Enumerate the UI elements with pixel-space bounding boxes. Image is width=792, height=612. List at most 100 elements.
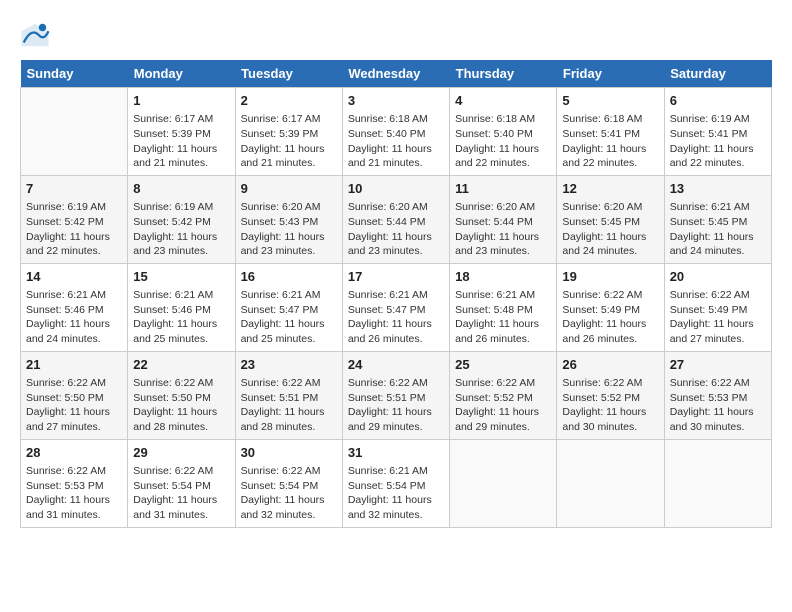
column-header-thursday: Thursday xyxy=(450,60,557,88)
calendar-cell: 22 Sunrise: 6:22 AM Sunset: 5:50 PM Dayli… xyxy=(128,351,235,439)
day-number: 29 xyxy=(133,444,229,462)
day-info: Sunrise: 6:22 AM Sunset: 5:54 PM Dayligh… xyxy=(133,464,229,523)
calendar-cell: 21 Sunrise: 6:22 AM Sunset: 5:50 PM Dayli… xyxy=(21,351,128,439)
calendar-cell: 11 Sunrise: 6:20 AM Sunset: 5:44 PM Dayli… xyxy=(450,175,557,263)
calendar-cell: 17Sunrise: 6:21 AM Sunset: 5:47 PM Dayli… xyxy=(342,263,449,351)
calendar-cell: 9 Sunrise: 6:20 AM Sunset: 5:43 PM Daylig… xyxy=(235,175,342,263)
calendar-cell: 23 Sunrise: 6:22 AM Sunset: 5:51 PM Dayli… xyxy=(235,351,342,439)
day-number: 24 xyxy=(348,356,444,374)
day-info: Sunrise: 6:18 AM Sunset: 5:40 PM Dayligh… xyxy=(455,112,551,171)
day-info: Sunrise: 6:21 AM Sunset: 5:46 PM Dayligh… xyxy=(26,288,122,347)
column-header-tuesday: Tuesday xyxy=(235,60,342,88)
day-info: Sunrise: 6:21 AM Sunset: 5:45 PM Dayligh… xyxy=(670,200,766,259)
day-info: Sunrise: 6:17 AM Sunset: 5:39 PM Dayligh… xyxy=(241,112,337,171)
day-info: Sunrise: 6:21 AM Sunset: 5:47 PM Dayligh… xyxy=(241,288,337,347)
day-number: 11 xyxy=(455,180,551,198)
day-number: 13 xyxy=(670,180,766,198)
day-number: 7 xyxy=(26,180,122,198)
day-number: 16 xyxy=(241,268,337,286)
day-info: Sunrise: 6:22 AM Sunset: 5:51 PM Dayligh… xyxy=(241,376,337,435)
day-number: 14 xyxy=(26,268,122,286)
day-info: Sunrise: 6:17 AM Sunset: 5:39 PM Dayligh… xyxy=(133,112,229,171)
day-info: Sunrise: 6:19 AM Sunset: 5:41 PM Dayligh… xyxy=(670,112,766,171)
page-header xyxy=(20,20,772,50)
day-number: 12 xyxy=(562,180,658,198)
calendar-cell: 4 Sunrise: 6:18 AM Sunset: 5:40 PM Daylig… xyxy=(450,88,557,176)
day-info: Sunrise: 6:18 AM Sunset: 5:41 PM Dayligh… xyxy=(562,112,658,171)
calendar-cell: 10 Sunrise: 6:20 AM Sunset: 5:44 PM Dayli… xyxy=(342,175,449,263)
column-header-wednesday: Wednesday xyxy=(342,60,449,88)
calendar-cell: 5Sunrise: 6:18 AM Sunset: 5:41 PM Daylig… xyxy=(557,88,664,176)
day-info: Sunrise: 6:22 AM Sunset: 5:52 PM Dayligh… xyxy=(562,376,658,435)
calendar-cell xyxy=(557,439,664,527)
day-info: Sunrise: 6:20 AM Sunset: 5:44 PM Dayligh… xyxy=(348,200,444,259)
calendar-table: SundayMondayTuesdayWednesdayThursdayFrid… xyxy=(20,60,772,528)
day-number: 23 xyxy=(241,356,337,374)
day-info: Sunrise: 6:22 AM Sunset: 5:54 PM Dayligh… xyxy=(241,464,337,523)
day-number: 9 xyxy=(241,180,337,198)
day-info: Sunrise: 6:21 AM Sunset: 5:46 PM Dayligh… xyxy=(133,288,229,347)
day-number: 26 xyxy=(562,356,658,374)
day-number: 31 xyxy=(348,444,444,462)
day-number: 10 xyxy=(348,180,444,198)
logo[interactable] xyxy=(20,20,54,50)
day-info: Sunrise: 6:22 AM Sunset: 5:52 PM Dayligh… xyxy=(455,376,551,435)
day-info: Sunrise: 6:22 AM Sunset: 5:53 PM Dayligh… xyxy=(26,464,122,523)
calendar-cell xyxy=(664,439,771,527)
day-number: 18 xyxy=(455,268,551,286)
day-info: Sunrise: 6:21 AM Sunset: 5:48 PM Dayligh… xyxy=(455,288,551,347)
calendar-cell: 15 Sunrise: 6:21 AM Sunset: 5:46 PM Dayli… xyxy=(128,263,235,351)
day-number: 8 xyxy=(133,180,229,198)
calendar-cell: 18 Sunrise: 6:21 AM Sunset: 5:48 PM Dayli… xyxy=(450,263,557,351)
day-info: Sunrise: 6:20 AM Sunset: 5:45 PM Dayligh… xyxy=(562,200,658,259)
day-info: Sunrise: 6:18 AM Sunset: 5:40 PM Dayligh… xyxy=(348,112,444,171)
calendar-cell xyxy=(21,88,128,176)
calendar-cell: 19 Sunrise: 6:22 AM Sunset: 5:49 PM Dayli… xyxy=(557,263,664,351)
calendar-cell: 30Sunrise: 6:22 AM Sunset: 5:54 PM Dayli… xyxy=(235,439,342,527)
calendar-cell: 16 Sunrise: 6:21 AM Sunset: 5:47 PM Dayli… xyxy=(235,263,342,351)
day-number: 28 xyxy=(26,444,122,462)
day-number: 2 xyxy=(241,92,337,110)
day-number: 20 xyxy=(670,268,766,286)
calendar-cell: 25 Sunrise: 6:22 AM Sunset: 5:52 PM Dayli… xyxy=(450,351,557,439)
calendar-cell: 2 Sunrise: 6:17 AM Sunset: 5:39 PM Daylig… xyxy=(235,88,342,176)
day-number: 17 xyxy=(348,268,444,286)
day-info: Sunrise: 6:22 AM Sunset: 5:49 PM Dayligh… xyxy=(670,288,766,347)
day-info: Sunrise: 6:19 AM Sunset: 5:42 PM Dayligh… xyxy=(133,200,229,259)
calendar-cell: 24 Sunrise: 6:22 AM Sunset: 5:51 PM Dayli… xyxy=(342,351,449,439)
calendar-cell: 31Sunrise: 6:21 AM Sunset: 5:54 PM Dayli… xyxy=(342,439,449,527)
calendar-cell: 29 Sunrise: 6:22 AM Sunset: 5:54 PM Dayli… xyxy=(128,439,235,527)
calendar-cell: 7 Sunrise: 6:19 AM Sunset: 5:42 PM Daylig… xyxy=(21,175,128,263)
calendar-cell: 6 Sunrise: 6:19 AM Sunset: 5:41 PM Daylig… xyxy=(664,88,771,176)
day-number: 6 xyxy=(670,92,766,110)
column-header-monday: Monday xyxy=(128,60,235,88)
day-number: 21 xyxy=(26,356,122,374)
day-info: Sunrise: 6:22 AM Sunset: 5:53 PM Dayligh… xyxy=(670,376,766,435)
day-number: 27 xyxy=(670,356,766,374)
column-header-friday: Friday xyxy=(557,60,664,88)
day-info: Sunrise: 6:22 AM Sunset: 5:50 PM Dayligh… xyxy=(133,376,229,435)
calendar-cell: 8 Sunrise: 6:19 AM Sunset: 5:42 PM Daylig… xyxy=(128,175,235,263)
day-info: Sunrise: 6:22 AM Sunset: 5:50 PM Dayligh… xyxy=(26,376,122,435)
day-info: Sunrise: 6:20 AM Sunset: 5:43 PM Dayligh… xyxy=(241,200,337,259)
day-number: 22 xyxy=(133,356,229,374)
day-info: Sunrise: 6:20 AM Sunset: 5:44 PM Dayligh… xyxy=(455,200,551,259)
calendar-cell: 14 Sunrise: 6:21 AM Sunset: 5:46 PM Dayli… xyxy=(21,263,128,351)
calendar-cell: 27 Sunrise: 6:22 AM Sunset: 5:53 PM Dayli… xyxy=(664,351,771,439)
calendar-cell: 20 Sunrise: 6:22 AM Sunset: 5:49 PM Dayli… xyxy=(664,263,771,351)
day-number: 19 xyxy=(562,268,658,286)
calendar-cell: 13 Sunrise: 6:21 AM Sunset: 5:45 PM Dayli… xyxy=(664,175,771,263)
day-number: 4 xyxy=(455,92,551,110)
calendar-cell: 1 Sunrise: 6:17 AM Sunset: 5:39 PM Daylig… xyxy=(128,88,235,176)
day-info: Sunrise: 6:19 AM Sunset: 5:42 PM Dayligh… xyxy=(26,200,122,259)
day-number: 15 xyxy=(133,268,229,286)
column-header-sunday: Sunday xyxy=(21,60,128,88)
day-number: 1 xyxy=(133,92,229,110)
calendar-cell: 26 Sunrise: 6:22 AM Sunset: 5:52 PM Dayli… xyxy=(557,351,664,439)
day-info: Sunrise: 6:22 AM Sunset: 5:49 PM Dayligh… xyxy=(562,288,658,347)
calendar-cell: 3Sunrise: 6:18 AM Sunset: 5:40 PM Daylig… xyxy=(342,88,449,176)
day-number: 25 xyxy=(455,356,551,374)
calendar-cell: 12 Sunrise: 6:20 AM Sunset: 5:45 PM Dayli… xyxy=(557,175,664,263)
calendar-cell: 28 Sunrise: 6:22 AM Sunset: 5:53 PM Dayli… xyxy=(21,439,128,527)
day-info: Sunrise: 6:22 AM Sunset: 5:51 PM Dayligh… xyxy=(348,376,444,435)
